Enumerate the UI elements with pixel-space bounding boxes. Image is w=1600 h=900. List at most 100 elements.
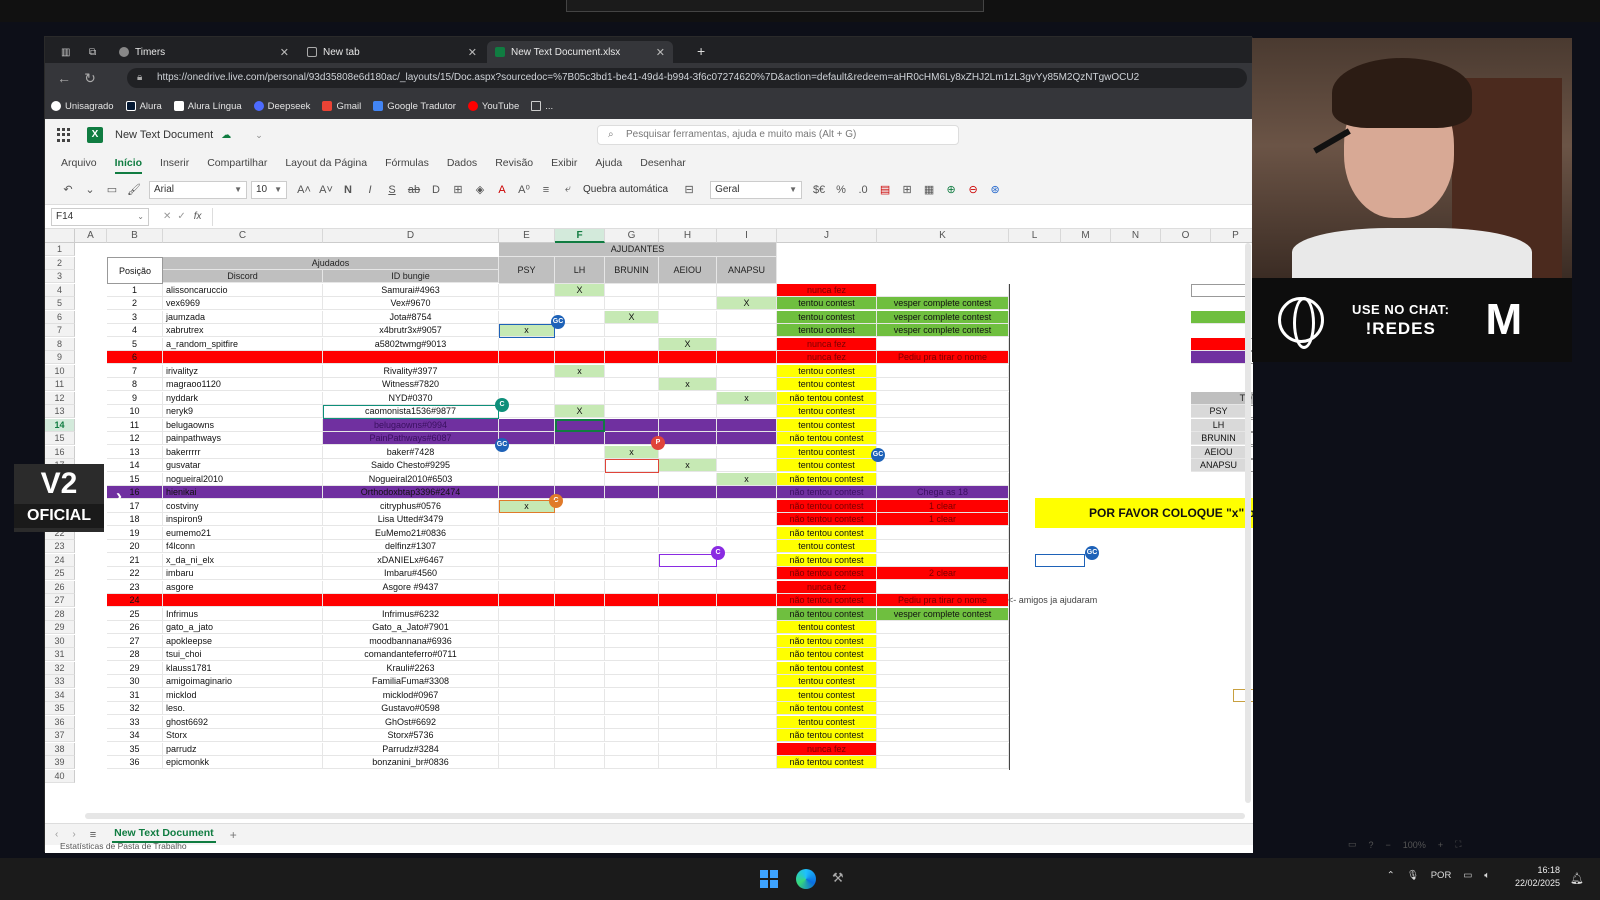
tab-inicio[interactable]: Início <box>114 157 143 174</box>
helper-mark-cell[interactable] <box>659 526 717 540</box>
helper-mark-cell[interactable] <box>659 688 717 702</box>
vertical-scrollbar[interactable] <box>1245 243 1251 803</box>
horizontal-scrollbar[interactable] <box>85 813 1245 819</box>
note-cell[interactable] <box>877 540 1009 554</box>
bungie-id-cell[interactable]: Jota#8754 <box>323 310 499 324</box>
helper-mark-cell[interactable] <box>717 310 777 324</box>
position-cell[interactable]: 11 <box>107 418 163 432</box>
helper-mark-cell[interactable] <box>605 391 659 405</box>
note-cell[interactable] <box>877 715 1009 729</box>
bookmark-google-tradutor[interactable]: Google Tradutor <box>373 101 456 112</box>
position-cell[interactable]: 8 <box>107 378 163 392</box>
helper-mark-cell[interactable] <box>555 715 605 729</box>
helper-mark-cell[interactable] <box>499 742 555 756</box>
search-input[interactable]: ⌕ Pesquisar ferramentas, ajuda e muito m… <box>597 125 959 145</box>
note-cell[interactable] <box>877 526 1009 540</box>
helper-mark-cell[interactable] <box>659 648 717 662</box>
row-header[interactable]: 32 <box>45 661 75 675</box>
row-header[interactable]: 8 <box>45 337 75 351</box>
helper-mark-cell[interactable] <box>605 472 659 486</box>
helper-mark-cell[interactable] <box>659 661 717 675</box>
bungie-id-cell[interactable]: PainPathways#6087 <box>323 432 499 446</box>
helper-mark-cell[interactable] <box>717 756 777 770</box>
zoom-level[interactable]: 100% <box>1403 840 1426 850</box>
helper-mark-cell[interactable] <box>555 351 605 365</box>
status-cell[interactable]: tentou contest <box>777 459 877 473</box>
row-header[interactable]: 6 <box>45 310 75 324</box>
column-header[interactable]: C <box>163 229 323 243</box>
bungie-id-cell[interactable]: Vex#9670 <box>323 297 499 311</box>
fill-color-icon[interactable]: ◈ <box>469 183 491 196</box>
helper-mark-cell[interactable] <box>605 324 659 338</box>
formula-input[interactable] <box>211 207 1222 226</box>
tab-ajuda[interactable]: Ajuda <box>595 157 622 169</box>
helper-mark-cell[interactable] <box>499 702 555 716</box>
prev-sheet-icon[interactable]: ‹ <box>55 829 58 840</box>
helper-mark-cell[interactable] <box>717 621 777 635</box>
status-cell[interactable]: não tentou contest <box>777 432 877 446</box>
row-header[interactable]: 9 <box>45 351 75 365</box>
discord-cell[interactable]: vex6969 <box>163 297 323 311</box>
discord-cell[interactable]: belugaowns <box>163 418 323 432</box>
helper-mark-cell[interactable] <box>605 688 659 702</box>
select-all-corner[interactable] <box>45 229 75 243</box>
discord-cell[interactable]: nogueiral2010 <box>163 472 323 486</box>
helper-mark-cell[interactable] <box>659 607 717 621</box>
tab-layout-da-pagina[interactable]: Layout da Página <box>285 157 367 169</box>
helper-mark-cell[interactable] <box>717 364 777 378</box>
helper-mark-cell[interactable] <box>605 378 659 392</box>
row-header[interactable]: 3 <box>45 270 75 284</box>
helper-mark-cell[interactable] <box>555 337 605 351</box>
align-icon[interactable]: ≡ <box>535 184 557 196</box>
note-cell[interactable]: 1 clear <box>877 513 1009 527</box>
status-cell[interactable]: não tentou contest <box>777 553 877 567</box>
row-header[interactable]: 38 <box>45 742 75 756</box>
discord-cell[interactable]: micklod <box>163 688 323 702</box>
position-cell[interactable]: 27 <box>107 634 163 648</box>
cell-styles-icon[interactable]: ▦ <box>918 183 940 196</box>
format-cells-icon[interactable]: ⊛ <box>984 183 1006 196</box>
helper-mark-cell[interactable] <box>659 513 717 527</box>
bungie-id-cell[interactable]: Asgore #9437 <box>323 580 499 594</box>
note-cell[interactable] <box>877 391 1009 405</box>
helper-mark-cell[interactable] <box>659 499 717 513</box>
position-cell[interactable]: 23 <box>107 580 163 594</box>
note-cell[interactable] <box>877 405 1009 419</box>
helper-mark-cell[interactable] <box>659 310 717 324</box>
currency-icon[interactable]: $€ <box>808 184 830 196</box>
note-cell[interactable]: 2 clear <box>877 567 1009 581</box>
helper-mark-cell[interactable]: x <box>605 445 659 459</box>
column-header[interactable]: F <box>555 229 605 243</box>
helper-mark-cell[interactable] <box>717 499 777 513</box>
bungie-id-cell[interactable]: Imbaru#4560 <box>323 567 499 581</box>
clipboard-icon[interactable]: ▭ <box>101 183 123 196</box>
note-cell[interactable] <box>877 472 1009 486</box>
bungie-id-cell[interactable]: Gustavo#0598 <box>323 702 499 716</box>
helper-mark-cell[interactable] <box>605 580 659 594</box>
italic-icon[interactable]: I <box>359 184 381 196</box>
discord-cell[interactable]: imbaru <box>163 567 323 581</box>
helper-mark-cell[interactable] <box>605 648 659 662</box>
helper-mark-cell[interactable] <box>555 553 605 567</box>
position-cell[interactable]: 2 <box>107 297 163 311</box>
helper-mark-cell[interactable] <box>499 526 555 540</box>
helper-mark-cell[interactable]: X <box>555 405 605 419</box>
tab-exibir[interactable]: Exibir <box>551 157 577 169</box>
status-cell[interactable]: não tentou contest <box>777 567 877 581</box>
position-cell[interactable]: 21 <box>107 553 163 567</box>
column-header[interactable]: L <box>1009 229 1061 243</box>
helper-mark-cell[interactable] <box>499 540 555 554</box>
row-header[interactable]: 16 <box>45 445 75 459</box>
helper-mark-cell[interactable] <box>555 621 605 635</box>
position-cell[interactable]: 1 <box>107 283 163 297</box>
discord-cell[interactable]: inspiron9 <box>163 513 323 527</box>
helper-mark-cell[interactable] <box>555 648 605 662</box>
font-family-select[interactable]: Arial ▼ <box>149 180 247 199</box>
redo-icon[interactable]: ⌄ <box>79 183 101 196</box>
helper-mark-cell[interactable] <box>659 432 717 446</box>
helper-mark-cell[interactable] <box>605 553 659 567</box>
helper-mark-cell[interactable] <box>499 297 555 311</box>
borders-icon[interactable]: ⊞ <box>447 183 469 196</box>
row-header[interactable]: 14 <box>45 418 75 432</box>
position-cell[interactable]: 36 <box>107 756 163 770</box>
